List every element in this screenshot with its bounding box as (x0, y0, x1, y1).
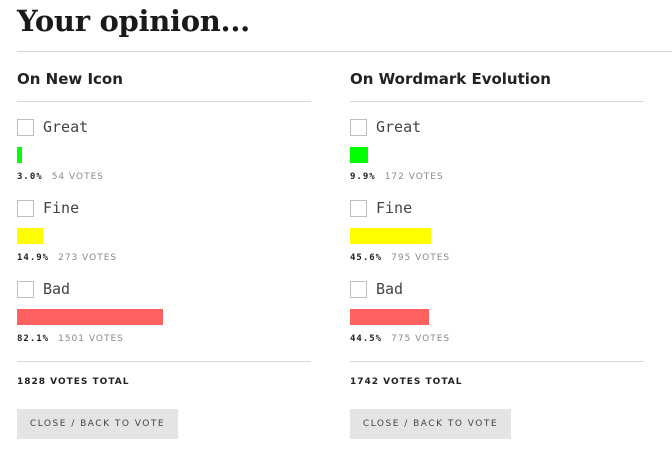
votes-total: 1828 VOTES TOTAL (17, 377, 130, 387)
option-percent: 44.5% (350, 334, 383, 344)
option-label: Bad (43, 280, 71, 298)
result-bar-track (17, 309, 311, 325)
votes-total: 1742 VOTES TOTAL (350, 377, 463, 387)
option-label: Bad (376, 280, 404, 298)
option-percent: 82.1% (17, 334, 50, 344)
option-label: Fine (376, 199, 413, 217)
poll-heading: On Wordmark Evolution (350, 70, 551, 88)
poll-option-fine: Fine 45.6% 795 VOTES (350, 199, 644, 280)
result-bar-track (17, 147, 311, 163)
poll-new-icon: On New Icon Great 3.0% 54 VOTES Fine 14.… (17, 68, 311, 439)
option-label: Great (376, 118, 422, 136)
option-checkbox[interactable] (17, 199, 34, 217)
option-votes: 273 VOTES (58, 253, 118, 263)
poll-options: Great 9.9% 172 VOTES Fine 45.6% 795 VOTES (350, 118, 644, 361)
poll-divider (17, 101, 311, 102)
option-label: Fine (43, 199, 80, 217)
page-title: Your opinion... (17, 4, 250, 38)
option-votes: 172 VOTES (384, 172, 444, 182)
result-bar (350, 309, 429, 325)
close-back-to-vote-button[interactable]: CLOSE / BACK TO VOTE (350, 409, 511, 439)
result-bar (17, 309, 163, 325)
option-checkbox[interactable] (350, 118, 367, 136)
option-percent: 45.6% (350, 253, 383, 263)
option-checkbox[interactable] (350, 199, 367, 217)
result-bar-track (350, 228, 644, 244)
option-checkbox[interactable] (17, 118, 34, 136)
poll-option-great: Great 9.9% 172 VOTES (350, 118, 644, 199)
poll-divider-bottom (17, 361, 311, 362)
option-votes: 54 VOTES (51, 172, 104, 182)
result-bar (350, 147, 368, 163)
option-votes: 1501 VOTES (58, 334, 124, 344)
result-bar (17, 228, 43, 244)
poll-option-bad: Bad 82.1% 1501 VOTES (17, 280, 311, 361)
poll-option-fine: Fine 14.9% 273 VOTES (17, 199, 311, 280)
poll-divider (350, 101, 644, 102)
option-percent: 3.0% (17, 172, 43, 182)
option-checkbox[interactable] (350, 280, 367, 298)
option-percent: 14.9% (17, 253, 50, 263)
poll-option-great: Great 3.0% 54 VOTES (17, 118, 311, 199)
result-bar-track (17, 228, 311, 244)
option-votes: 775 VOTES (391, 334, 451, 344)
result-bar (350, 228, 431, 244)
result-bar-track (350, 309, 644, 325)
title-divider (17, 51, 672, 52)
poll-wordmark-evolution: On Wordmark Evolution Great 9.9% 172 VOTE… (350, 68, 644, 439)
poll-divider-bottom (350, 361, 644, 362)
result-bar-track (350, 147, 644, 163)
poll-heading: On New Icon (17, 70, 123, 88)
poll-options: Great 3.0% 54 VOTES Fine 14.9% 273 VOTES (17, 118, 311, 361)
option-percent: 9.9% (350, 172, 376, 182)
result-bar (17, 147, 22, 163)
option-label: Great (43, 118, 89, 136)
close-back-to-vote-button[interactable]: CLOSE / BACK TO VOTE (17, 409, 178, 439)
option-votes: 795 VOTES (391, 253, 451, 263)
poll-option-bad: Bad 44.5% 775 VOTES (350, 280, 644, 361)
option-checkbox[interactable] (17, 280, 34, 298)
